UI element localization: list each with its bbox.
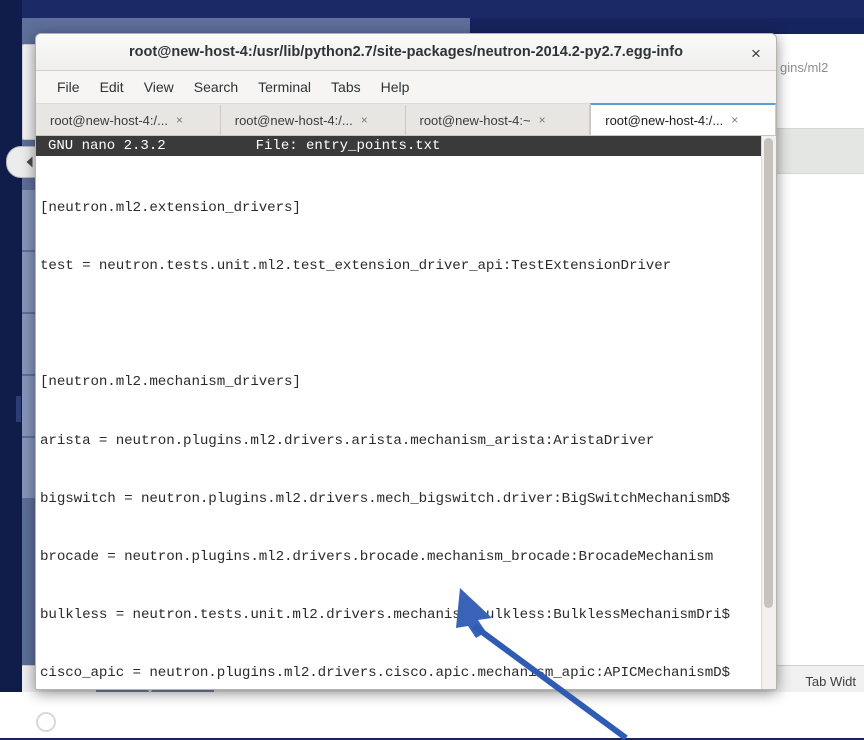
tab-label: root@new-host-4:/... xyxy=(235,113,353,128)
background-window-titlebar xyxy=(22,0,864,18)
background-circle-glyph xyxy=(36,712,56,732)
close-icon[interactable]: × xyxy=(174,113,185,127)
desktop-left-band xyxy=(0,0,22,738)
desktop-bottom-area xyxy=(0,692,864,738)
menu-item-terminal[interactable]: Terminal xyxy=(249,75,320,99)
close-icon[interactable]: × xyxy=(746,43,766,63)
editor-line xyxy=(40,315,776,334)
tab-label: root@new-host-4:/... xyxy=(50,113,168,128)
editor-line: arista = neutron.plugins.ml2.drivers.ari… xyxy=(40,432,776,451)
menu-item-tabs[interactable]: Tabs xyxy=(322,75,370,99)
close-icon[interactable]: × xyxy=(359,113,370,127)
nano-version: GNU nano 2.3.2 xyxy=(36,136,166,156)
terminal-tab-4[interactable]: root@new-host-4:/... × xyxy=(590,103,776,135)
background-breadcrumb-fragment: gins/ml2 xyxy=(780,58,864,78)
window-titlebar[interactable]: root@new-host-4:/usr/lib/python2.7/site-… xyxy=(36,34,776,71)
editor-line: bulkless = neutron.tests.unit.ml2.driver… xyxy=(40,606,776,625)
editor-line: brocade = neutron.plugins.ml2.drivers.br… xyxy=(40,548,776,567)
menu-item-file[interactable]: File xyxy=(48,75,89,99)
background-panel-header xyxy=(470,18,864,34)
scrollbar-thumb[interactable] xyxy=(764,138,773,608)
terminal-window[interactable]: root@new-host-4:/usr/lib/python2.7/site-… xyxy=(35,33,777,690)
terminal-tab-3[interactable]: root@new-host-4:~ × xyxy=(406,105,591,135)
menu-item-search[interactable]: Search xyxy=(185,75,247,99)
background-selection-marker xyxy=(16,396,21,422)
editor-line: [neutron.ml2.mechanism_drivers] xyxy=(40,373,776,392)
menu-item-view[interactable]: View xyxy=(135,75,183,99)
nano-title-bar: GNU nano 2.3.2 File: entry_points.txt xyxy=(36,136,776,156)
nano-filename: File: entry_points.txt xyxy=(166,136,441,156)
status-tab-width: Tab Widt xyxy=(805,674,856,689)
tab-label: root@new-host-4:~ xyxy=(420,113,531,128)
terminal-tab-2[interactable]: root@new-host-4:/... × xyxy=(221,105,406,135)
tab-label: root@new-host-4:/... xyxy=(605,113,723,128)
editor-line: bigswitch = neutron.plugins.ml2.drivers.… xyxy=(40,490,776,509)
editor-line: test = neutron.tests.unit.ml2.test_exten… xyxy=(40,257,776,276)
editor-line: cisco_apic = neutron.plugins.ml2.drivers… xyxy=(40,664,776,683)
terminal-scrollbar[interactable] xyxy=(761,136,776,690)
menu-item-help[interactable]: Help xyxy=(372,75,419,99)
terminal-tab-1[interactable]: root@new-host-4:/... × xyxy=(36,105,221,135)
terminal-content[interactable]: GNU nano 2.3.2 File: entry_points.txt [n… xyxy=(36,136,776,690)
close-icon[interactable]: × xyxy=(729,113,740,127)
close-icon[interactable]: × xyxy=(537,113,548,127)
tab-bar: root@new-host-4:/... × root@new-host-4:/… xyxy=(36,104,776,136)
window-title: root@new-host-4:/usr/lib/python2.7/site-… xyxy=(129,44,683,60)
nano-editor-text[interactable]: [neutron.ml2.extension_drivers] test = n… xyxy=(36,156,776,690)
editor-line: [neutron.ml2.extension_drivers] xyxy=(40,199,776,218)
menu-item-edit[interactable]: Edit xyxy=(91,75,133,99)
menu-bar: File Edit View Search Terminal Tabs Help xyxy=(36,71,776,104)
